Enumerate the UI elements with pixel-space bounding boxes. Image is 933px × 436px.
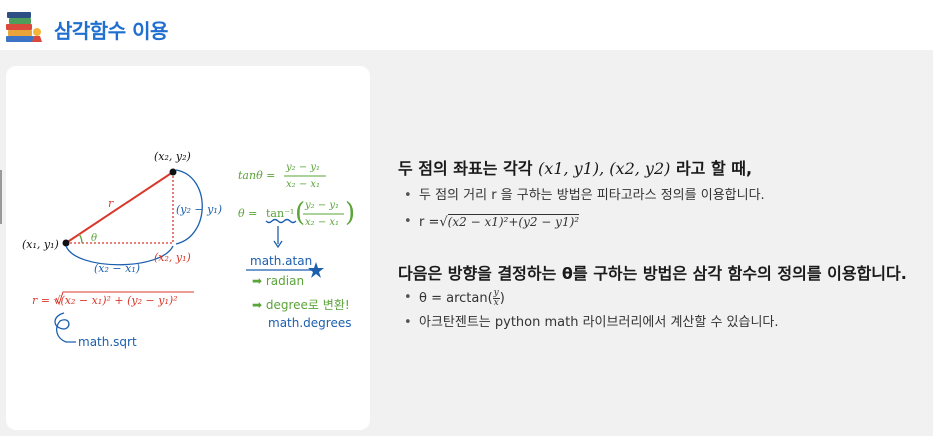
diagram-card: (x₂, y₂) (x₁, y₁) (x₂, y₁) r θ (y₂ − y₁)… xyxy=(6,66,370,430)
hypotenuse-line xyxy=(65,171,174,244)
tan-numerator: y₂ − y₁ xyxy=(285,162,320,173)
math-atan-label: math.atan xyxy=(250,254,312,268)
dy-label: (y₂ − y₁) xyxy=(176,203,222,216)
sqrt-hook xyxy=(54,312,76,343)
angle-arc xyxy=(78,233,83,244)
degree-label: ➡ degree로 변환! xyxy=(252,298,350,312)
point-2-label: (x₂, y₂) xyxy=(154,150,191,163)
heading-2: 다음은 방향을 결정하는 θ를 구하는 방법은 삼각 함수의 정의를 이용합니다… xyxy=(398,264,907,283)
svg-text:(: ( xyxy=(295,198,305,228)
page-title: 삼각함수 이용 xyxy=(54,19,168,43)
angle-label: θ xyxy=(91,233,97,244)
heading-1: 두 점의 좌표는 각각 (x1, y1), (x2, y2) 라고 할 때, xyxy=(398,159,753,178)
tan-denominator: x₂ − x₁ xyxy=(286,179,320,190)
radian-label: ➡ radian xyxy=(252,274,304,288)
heading-1-math: (x1, y1), (x2, y2) xyxy=(538,159,671,178)
list-item: 두 점의 거리 r 을 구하는 방법은 피타고라스 정의를 이용합니다. xyxy=(398,187,928,205)
tan-lhs: tanθ = xyxy=(238,169,275,182)
list-item: 아크탄젠트는 python math 라이브러리에서 계산할 수 있습니다. xyxy=(398,314,928,332)
distance-bullets: 두 점의 거리 r 을 구하는 방법은 피타고라스 정의를 이용합니다. r =… xyxy=(398,187,928,232)
theta-numerator: y₂ − y₁ xyxy=(304,200,339,211)
point-2-dot xyxy=(169,168,177,176)
header: 삼각함수 이용 xyxy=(0,0,933,50)
side-r-label: r xyxy=(108,197,114,210)
point-1-label: (x₁, y₁) xyxy=(22,238,59,251)
theta-fn: tan⁻¹ xyxy=(266,207,294,220)
theta-denominator: x₂ − x₁ xyxy=(305,217,339,228)
math-sqrt-label: math.sqrt xyxy=(78,335,137,349)
triangle-diagram: (x₂, y₂) (x₁, y₁) (x₂, y₁) r θ (y₂ − y₁)… xyxy=(22,150,355,349)
svg-text:): ) xyxy=(345,198,355,228)
list-item: θ = arctan(yx) xyxy=(398,289,928,308)
math-degrees-label: math.degrees xyxy=(268,316,351,330)
r-expression: (x2 − x1)²+(y2 − y1)² xyxy=(447,214,580,229)
explanation-panel: 두 점의 좌표는 각각 (x1, y1), (x2, y2) 라고 할 때, 두… xyxy=(398,155,928,338)
list-item: r =√(x2 − x1)²+(y2 − y1)² xyxy=(398,213,928,232)
point-3-label: (x₂, y₁) xyxy=(154,251,191,264)
theta-bullets: θ = arctan(yx) 아크탄젠트는 python math 라이브러리에… xyxy=(398,289,928,333)
books-logo-icon xyxy=(6,12,42,42)
side-marker xyxy=(0,170,2,224)
theta-lhs: θ = xyxy=(238,207,257,220)
point-1-dot xyxy=(62,239,70,247)
r-formula: r = √(x₂ − x₁)² + (y₂ − y₁)² xyxy=(32,294,178,307)
dx-label: (x₂ − x₁) xyxy=(94,262,140,275)
